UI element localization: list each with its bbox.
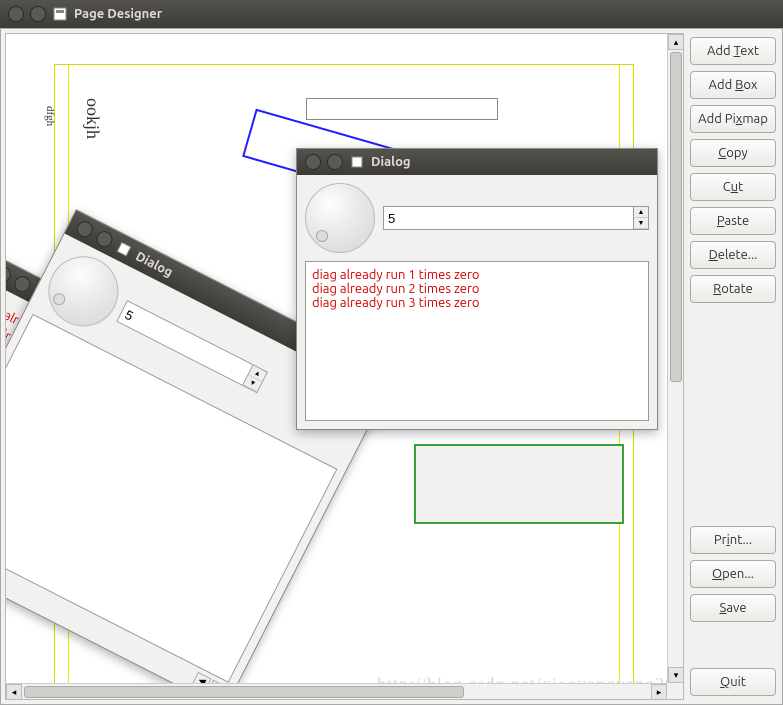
scrollbar-thumb[interactable] — [24, 686, 464, 698]
canvas-viewport: ookjh dfgh Dialog — [5, 33, 684, 700]
minimize-icon[interactable] — [30, 6, 46, 22]
cut-button[interactable]: Cut — [690, 173, 776, 201]
canvas-text-main[interactable]: ookjh — [82, 98, 103, 139]
rotate-button[interactable]: Rotate — [690, 275, 776, 303]
close-icon[interactable] — [74, 218, 96, 240]
scrollbar-corner — [667, 683, 683, 699]
minimize-icon[interactable] — [327, 154, 343, 170]
spinbox[interactable]: ▲ ▼ — [383, 206, 649, 230]
open-button[interactable]: Open... — [690, 560, 776, 588]
add-pixmap-button[interactable]: Add Pixmap — [690, 105, 776, 133]
dial-knob[interactable] — [305, 183, 375, 253]
dialog-icon — [349, 154, 365, 170]
dialog-title: Dialog — [371, 155, 411, 169]
delete-button[interactable]: Delete... — [690, 241, 776, 269]
dialog-front[interactable]: Dialog ▲ ▼ — [296, 148, 658, 430]
spin-up-icon[interactable]: ▲ — [634, 207, 648, 218]
dialog-icon — [113, 238, 135, 260]
log-line: diag already run 2 times zero — [312, 282, 642, 296]
spin-down-icon[interactable]: ▼ — [634, 218, 648, 229]
save-button[interactable]: Save — [690, 594, 776, 622]
canvas-text-small[interactable]: dfgh — [44, 106, 56, 126]
scrollbar-thumb[interactable] — [670, 52, 682, 382]
window-title: Page Designer — [74, 7, 162, 21]
scroll-right-icon[interactable]: ▸ — [651, 684, 667, 700]
close-icon[interactable] — [305, 154, 321, 170]
copy-button[interactable]: Copy — [690, 139, 776, 167]
app-window: Page Designer ookjh dfgh — [0, 0, 783, 705]
tool-sidebar: Add Text Add Box Add Pixmap Copy Cut Pas… — [684, 29, 782, 704]
titlebar: Page Designer — [0, 0, 783, 28]
quit-button[interactable]: Quit — [690, 668, 776, 696]
dialog-titlebar[interactable]: Dialog — [297, 149, 657, 175]
log-line: diag already run 1 times zero — [312, 268, 642, 282]
log-line: diag already run 3 times zero — [312, 296, 642, 310]
add-box-button[interactable]: Add Box — [690, 71, 776, 99]
scroll-up-icon[interactable]: ▴ — [668, 34, 684, 50]
design-canvas[interactable]: ookjh dfgh Dialog — [6, 34, 683, 699]
horizontal-scrollbar[interactable]: ◂ ▸ — [6, 683, 667, 699]
print-button[interactable]: Print... — [690, 526, 776, 554]
dialog-textarea[interactable]: diag already run 1 times zero diag alrea… — [305, 261, 649, 421]
scroll-down-icon[interactable]: ▾ — [668, 667, 684, 683]
canvas-input-box[interactable] — [306, 98, 498, 120]
add-text-button[interactable]: Add Text — [690, 37, 776, 65]
green-frame[interactable] — [414, 444, 624, 524]
close-icon[interactable] — [5, 263, 14, 285]
vertical-scrollbar[interactable]: ▴ ▾ — [667, 34, 683, 683]
minimize-icon[interactable] — [12, 273, 34, 295]
dialog-body: ▲ ▼ diag already run 1 times zero diag a… — [297, 175, 657, 429]
scroll-left-icon[interactable]: ◂ — [6, 684, 22, 700]
paste-button[interactable]: Paste — [690, 207, 776, 235]
minimize-icon[interactable] — [94, 228, 116, 250]
content-area: ookjh dfgh Dialog — [0, 28, 783, 705]
app-icon — [52, 6, 68, 22]
spinbox-input[interactable] — [384, 207, 633, 229]
close-icon[interactable] — [8, 6, 24, 22]
